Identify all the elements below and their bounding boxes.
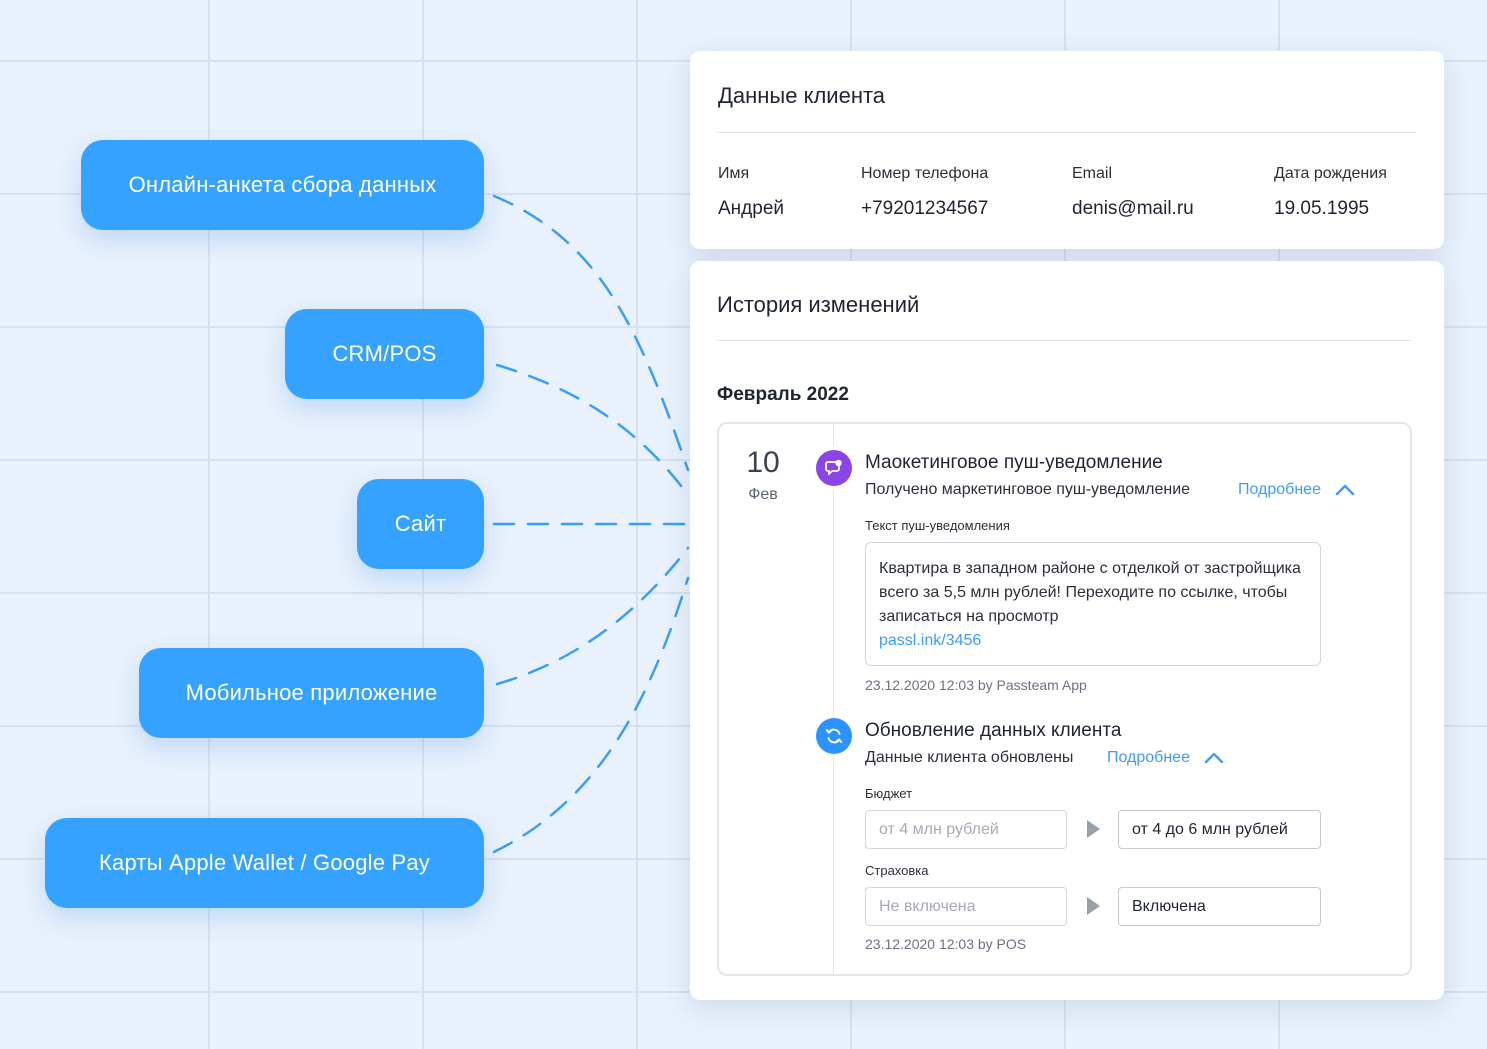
- field-label-birthdate: Дата рождения: [1274, 165, 1387, 182]
- details-label: Подробнее: [1107, 749, 1190, 766]
- client-data-card: Данные клиента Имя Андрей Номер телефона…: [690, 51, 1444, 249]
- play-arrow-icon: [1087, 820, 1100, 838]
- field-label-name: Имя: [718, 165, 750, 182]
- field-label-push-text: Текст пуш-уведомления: [865, 518, 1010, 533]
- chevron-up-icon: [1335, 484, 1355, 496]
- push-message-text: Квартира в западном районе с отделкой от…: [879, 560, 1301, 625]
- history-card: История изменений Февраль 2022 10 Фев Ма…: [690, 261, 1444, 1000]
- history-title: История изменений: [717, 292, 920, 317]
- new-value-field: Включена: [1118, 887, 1321, 926]
- change-label-budget: Бюджет: [865, 786, 913, 801]
- source-crm-pos[interactable]: CRM/POS: [285, 309, 484, 399]
- chevron-up-icon: [1204, 752, 1224, 764]
- push-message-box: Квартира в западном районе с отделкой от…: [865, 542, 1321, 666]
- field-label-phone: Номер телефона: [861, 165, 989, 182]
- refresh-icon: [816, 718, 852, 754]
- field-value-name: Андрей: [718, 198, 784, 219]
- new-value-field: от 4 до 6 млн рублей: [1118, 810, 1321, 849]
- timeline-divider: [833, 424, 834, 974]
- event-subtitle: Данные клиента обновлены: [865, 749, 1074, 766]
- connector-line: [495, 546, 690, 686]
- month-heading: Февраль 2022: [717, 384, 849, 405]
- event-meta: 23.12.2020 12:03 by Passteam App: [865, 677, 1087, 693]
- event-title: Обновление данных клиента: [865, 720, 1122, 741]
- field-value-email: denis@mail.ru: [1072, 198, 1194, 219]
- event-meta: 23.12.2020 12:03 by POS: [865, 936, 1027, 952]
- event-title: Маокетинговое пуш-уведомление: [865, 452, 1163, 473]
- details-label: Подробнее: [1238, 481, 1321, 498]
- source-website[interactable]: Сайт: [357, 479, 484, 569]
- push-message-link[interactable]: passl.ink/3456: [879, 629, 1307, 653]
- source-wallet-cards[interactable]: Карты Apple Wallet / Google Pay: [45, 818, 484, 908]
- date-day: 10: [746, 446, 780, 479]
- play-arrow-icon: [1087, 897, 1100, 915]
- change-label-insurance: Страховка: [865, 863, 929, 878]
- source-online-form[interactable]: Онлайн-анкета сбора данных: [81, 140, 484, 230]
- source-mobile-app[interactable]: Мобильное приложение: [139, 648, 484, 738]
- connector-line: [492, 576, 690, 854]
- timeline-box: 10 Фев Маокетинговое пуш-уведомление Пол…: [717, 422, 1412, 976]
- connector-line: [495, 363, 690, 497]
- details-toggle[interactable]: Подробнее: [1107, 749, 1224, 767]
- divider: [717, 132, 1416, 133]
- push-notification-icon: [816, 450, 852, 486]
- field-label-email: Email: [1072, 165, 1113, 182]
- old-value-field: Не включена: [865, 887, 1067, 926]
- client-data-title: Данные клиента: [718, 83, 886, 108]
- connector-line: [492, 194, 690, 472]
- event-subtitle: Получено маркетинговое пуш-уведомление: [865, 481, 1191, 498]
- field-value-phone: +79201234567: [861, 198, 989, 219]
- field-value-birthdate: 19.05.1995: [1274, 198, 1370, 219]
- old-value-field: от 4 млн рублей: [865, 810, 1067, 849]
- date-month: Фев: [748, 486, 778, 503]
- divider: [717, 340, 1412, 341]
- details-toggle[interactable]: Подробнее: [1238, 481, 1355, 499]
